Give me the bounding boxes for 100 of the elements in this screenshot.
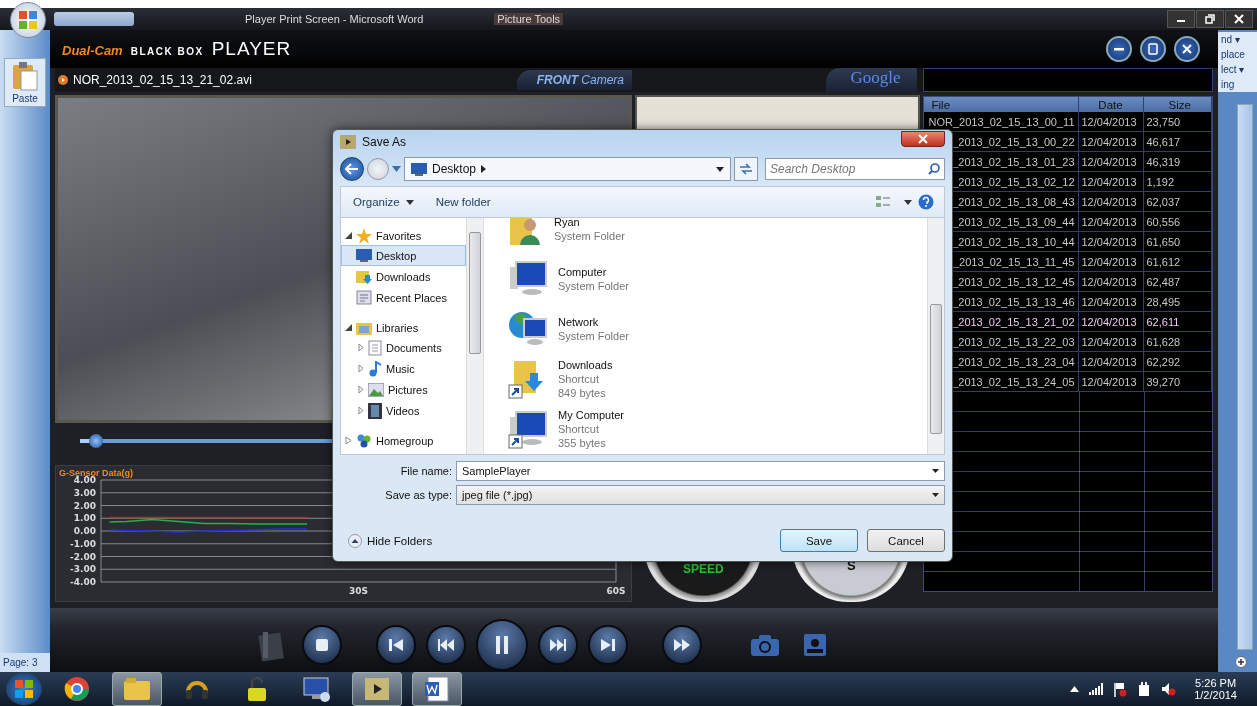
address-bar[interactable]: Desktop <box>404 157 731 181</box>
map-tab[interactable]: Google <box>826 68 917 92</box>
collapse-arrow-icon[interactable] <box>345 324 352 331</box>
word-taskbar-icon[interactable] <box>412 672 462 706</box>
table-cell: 12/04/2013 <box>1078 212 1144 231</box>
play-icon <box>58 75 68 85</box>
close-button[interactable] <box>901 131 945 147</box>
search-field[interactable]: Search Desktop <box>765 158 945 180</box>
stop-button[interactable] <box>302 625 342 665</box>
nav-item[interactable]: Music <box>341 358 466 379</box>
video-player-taskbar-icon[interactable] <box>352 672 402 706</box>
nav-group[interactable]: Homegroup <box>376 434 434 447</box>
nav-group[interactable]: Libraries <box>376 321 419 334</box>
item-detail: System Folder <box>554 229 625 243</box>
field-label: File name: <box>399 465 452 477</box>
ribbon-command[interactable]: place <box>1218 47 1257 62</box>
breadcrumb-location[interactable]: Desktop <box>432 162 477 176</box>
table-cell: 62,487 <box>1143 272 1212 291</box>
flag-icon[interactable] <box>1113 681 1128 697</box>
nav-item[interactable]: Videos <box>341 400 466 421</box>
rewind-button[interactable] <box>426 625 466 665</box>
hide-folders-button[interactable]: Hide Folders <box>340 533 441 548</box>
table-cell: 12/04/2013 <box>1078 192 1144 211</box>
new-folder-button[interactable]: New folder <box>427 194 499 210</box>
zoom-in-icon[interactable] <box>1235 656 1247 668</box>
nav-item[interactable]: Documents <box>341 337 466 358</box>
person-card-icon[interactable] <box>804 634 826 656</box>
document-icon <box>368 339 382 356</box>
music-note-icon <box>368 360 382 377</box>
column-header[interactable]: Size <box>1143 97 1212 112</box>
minimize-button[interactable] <box>1167 10 1195 28</box>
camera-tab[interactable]: FRONT Camera <box>516 70 632 90</box>
close-button[interactable] <box>1225 10 1253 28</box>
nav-item[interactable]: Pictures <box>341 379 466 400</box>
cancel-button[interactable]: Cancel <box>867 529 945 552</box>
table-cell: 12/04/2013 <box>1078 292 1144 311</box>
table-cell: 28,495 <box>1143 292 1212 311</box>
power-icon[interactable] <box>1137 681 1152 697</box>
logo-product: BLACK BOX <box>130 46 204 57</box>
clock-date[interactable]: 1/2/2014 <box>1194 689 1237 701</box>
file-name-field[interactable]: SamplePlayer <box>456 461 945 481</box>
organize-menu[interactable]: Organize <box>345 194 422 210</box>
dropdown-caret-icon[interactable] <box>904 199 912 205</box>
collapse-arrow-icon[interactable] <box>345 232 352 239</box>
y-tick-label: -2.00 <box>70 551 96 562</box>
ribbon-command[interactable]: lect ▾ <box>1218 62 1257 77</box>
help-icon[interactable] <box>918 194 934 210</box>
table-cell: 12/04/2013 <box>1078 332 1144 351</box>
previous-button[interactable] <box>376 625 416 665</box>
save-type-dropdown[interactable]: jpeg file (*.jpg) <box>456 485 945 505</box>
expand-arrow-icon[interactable] <box>345 437 352 444</box>
y-tick-label: -4.00 <box>70 577 96 587</box>
nav-item[interactable]: Downloads <box>341 266 466 287</box>
refresh-button[interactable] <box>734 157 758 181</box>
file-item[interactable]: My Computer Shortcut 355 bytes <box>508 406 927 452</box>
clock-time[interactable]: 5:26 PM <box>1195 677 1237 689</box>
start-button[interactable] <box>6 673 42 705</box>
speaker-muted-icon[interactable] <box>1161 682 1177 696</box>
x-tick-label: 30S <box>348 586 369 596</box>
nav-group[interactable]: Favorites <box>376 229 422 242</box>
table-cell: 61,650 <box>1143 232 1212 251</box>
download-folder-icon <box>356 269 372 284</box>
column-header[interactable]: Date <box>1078 97 1144 112</box>
list-scrollbar[interactable] <box>927 218 944 454</box>
recent-places-icon <box>356 290 372 305</box>
camera-icon[interactable] <box>750 633 780 657</box>
fast-forward-button[interactable] <box>538 625 578 665</box>
previous-icon <box>388 638 404 652</box>
paste-button[interactable]: Paste <box>4 58 46 107</box>
y-tick-label: -3.00 <box>70 564 96 575</box>
next-button[interactable] <box>588 625 628 665</box>
forward-button[interactable] <box>662 625 702 665</box>
y-tick-label: 0.00 <box>73 526 96 536</box>
restore-button[interactable] <box>1140 36 1166 62</box>
computer-shortcut-icon <box>508 409 548 449</box>
item-detail: Shortcut <box>558 372 600 386</box>
nav-item[interactable]: Desktop <box>341 245 466 266</box>
nav-scrollbar[interactable] <box>466 218 483 454</box>
save-button[interactable]: Save <box>780 529 858 552</box>
table-cell: 12/04/2013 <box>1078 312 1144 331</box>
folder-taskbar-icon[interactable] <box>112 672 162 706</box>
back-arrow-icon <box>345 163 359 175</box>
recent-pages-caret-icon[interactable] <box>392 166 401 172</box>
ribbon-command[interactable]: nd ▾ <box>1218 32 1257 47</box>
refresh-icon <box>739 163 753 175</box>
nav-label: Music <box>386 362 415 375</box>
ribbon-command[interactable]: ing <box>1218 77 1257 92</box>
show-hidden-icons-icon[interactable] <box>1070 686 1080 692</box>
back-button[interactable] <box>340 157 364 181</box>
restore-button[interactable] <box>1196 10 1224 28</box>
minimize-button[interactable] <box>1106 36 1132 62</box>
table-cell: 12/04/2013 <box>1078 352 1144 371</box>
close-button[interactable] <box>1174 36 1200 62</box>
app-orb-icon[interactable] <box>10 2 46 38</box>
nav-item[interactable]: Recent Places <box>341 287 466 308</box>
item-detail: Shortcut <box>558 422 600 436</box>
pause-button[interactable] <box>476 619 528 671</box>
column-header[interactable]: File <box>923 97 1079 112</box>
document-scrollbar[interactable] <box>1237 104 1253 650</box>
signal-icon[interactable] <box>1089 683 1104 695</box>
